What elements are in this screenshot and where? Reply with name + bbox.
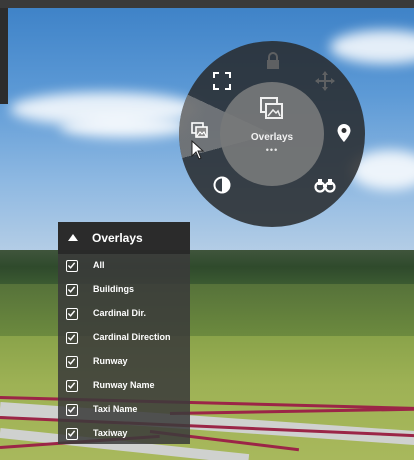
lock-icon[interactable] <box>262 50 284 72</box>
checkbox[interactable] <box>66 356 78 368</box>
radial-center-label: Overlays <box>250 132 294 143</box>
overlay-item-label: Taxiway <box>93 428 128 438</box>
overlay-item-all[interactable]: All <box>58 255 190 279</box>
overlay-item-label: All <box>93 260 105 270</box>
overlay-item-label: Buildings <box>93 284 134 294</box>
checkbox[interactable] <box>66 380 78 392</box>
checkbox[interactable] <box>66 308 78 320</box>
cloud <box>60 116 190 138</box>
overlay-item-cardinal-direction[interactable]: Cardinal Direction <box>58 327 190 351</box>
fullscreen-icon[interactable] <box>211 70 233 92</box>
top-bar <box>0 0 414 8</box>
checkbox[interactable] <box>66 428 78 440</box>
overlay-item-label: Cardinal Direction <box>93 332 171 342</box>
move-icon[interactable] <box>314 70 336 92</box>
overlay-item-label: Cardinal Dir. <box>93 308 147 318</box>
overlays-segment-icon[interactable] <box>190 121 210 141</box>
overlay-item-label: Taxi Name <box>93 404 138 414</box>
overlay-item-taxiway[interactable]: Taxiway <box>58 423 190 447</box>
overlay-item-runway[interactable]: Runway <box>58 351 190 375</box>
contrast-icon[interactable] <box>211 174 233 196</box>
checkbox[interactable] <box>66 260 78 272</box>
overlay-item-label: Runway Name <box>93 380 155 390</box>
mouse-cursor-icon <box>191 139 205 160</box>
overlay-item-label: Runway <box>93 356 128 366</box>
overlays-panel-title: Overlays <box>92 231 143 245</box>
overlay-item-cardinal-dir[interactable]: Cardinal Dir. <box>58 303 190 327</box>
overlay-item-taxi-name[interactable]: Taxi Name <box>58 399 190 423</box>
checkbox[interactable] <box>66 404 78 416</box>
overlays-icon <box>259 96 285 122</box>
more-dots: ••• <box>265 145 279 155</box>
map-pin-icon[interactable] <box>333 122 355 144</box>
left-edge <box>0 8 8 104</box>
checkbox[interactable] <box>66 284 78 296</box>
checkbox[interactable] <box>66 332 78 344</box>
binoculars-icon[interactable] <box>314 174 336 196</box>
collapse-caret-icon[interactable] <box>68 234 78 241</box>
overlay-item-runway-name[interactable]: Runway Name <box>58 375 190 399</box>
overlay-item-buildings[interactable]: Buildings <box>58 279 190 303</box>
